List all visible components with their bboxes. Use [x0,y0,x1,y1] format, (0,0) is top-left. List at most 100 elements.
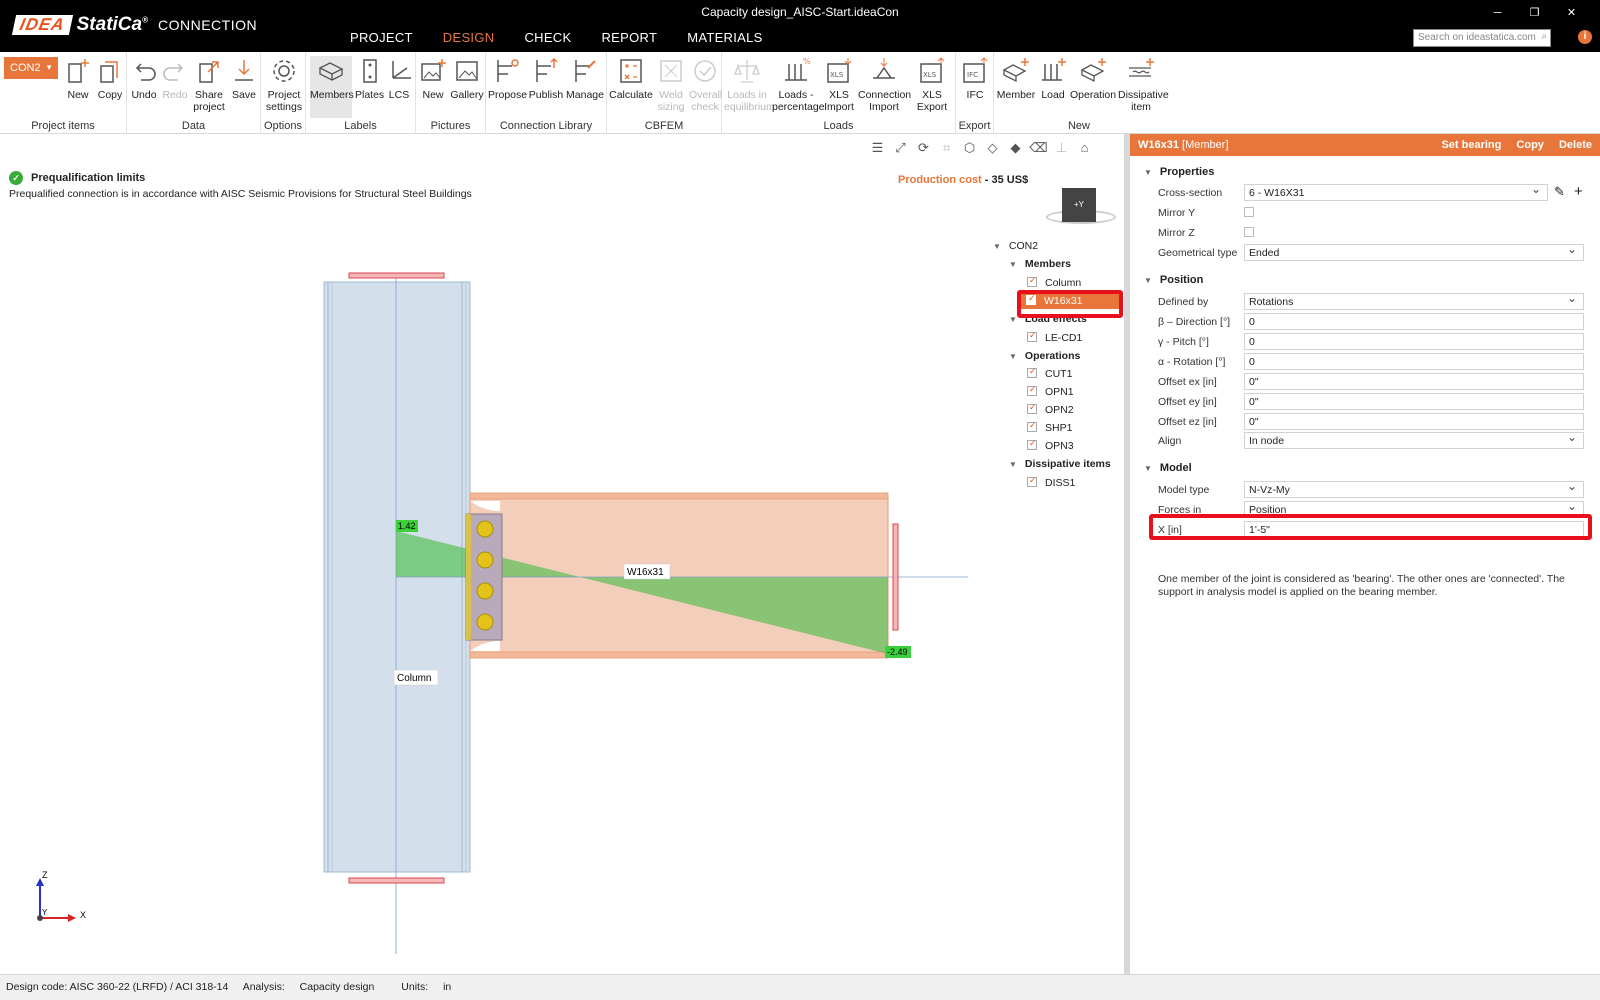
offset-ex-row: Offset ex [in] 0" [1158,373,1588,391]
pitch-input[interactable]: 0 [1244,333,1584,350]
ifc-export-button[interactable]: IFC IFC [959,56,991,101]
new-operation-button[interactable]: Operation [1070,56,1116,101]
set-bearing-button[interactable]: Set bearing [1441,139,1501,151]
offset-ex-input[interactable]: 0" [1244,373,1584,390]
defined-by-select[interactable]: Rotations [1244,291,1584,310]
search-input[interactable]: Search on ideastatica.com ⌕ [1413,29,1551,47]
cross-section-select[interactable]: 6 - W16X31 [1244,182,1548,201]
search-icon[interactable]: ⌕ [1541,31,1547,42]
mirror-y-checkbox[interactable] [1244,207,1254,217]
copy-member-button[interactable]: Copy [1516,139,1544,151]
plates-label-button[interactable]: Plates [355,56,384,101]
tree-item-shp1[interactable]: SHP1 [1027,420,1072,434]
new-picture-button[interactable]: New [418,56,448,101]
delete-member-button[interactable]: Delete [1559,139,1592,151]
section-model[interactable]: ▼ Model [1144,462,1192,474]
cross-section-row: Cross-section 6 - W16X31 ✎ + [1158,182,1588,202]
new-member-button[interactable]: Member [996,56,1036,101]
tree-root[interactable]: ▼ CON2 [993,240,1038,252]
help-icon[interactable]: i [1578,30,1592,44]
section-position[interactable]: ▼ Position [1144,274,1203,286]
tree-item-diss1[interactable]: DISS1 [1027,475,1075,489]
publish-button[interactable]: Publish [528,56,564,101]
connection-import-button[interactable]: Connection Import [858,56,911,113]
checkbox[interactable] [1027,384,1037,396]
new-load-button[interactable]: Load [1038,56,1068,101]
check-circle-icon [694,60,716,82]
tab-check[interactable]: CHECK [509,22,586,55]
tree-item-opn2[interactable]: OPN2 [1027,402,1074,416]
lcs-label-button[interactable]: LCS [385,56,413,101]
checkbox[interactable] [1027,366,1037,378]
checkbox[interactable] [1027,475,1037,487]
copy-item-button[interactable]: Copy [94,56,126,101]
calculate-button[interactable]: Calculate [609,56,653,101]
new-item-button[interactable]: New [62,56,94,101]
tree-item-opn3[interactable]: OPN3 [1027,438,1074,452]
checkbox[interactable] [1027,402,1037,414]
loads-equilibrium-button[interactable]: Loads in equilibrium [724,56,775,113]
tree-members[interactable]: ▼ Members [1009,258,1071,270]
tab-report[interactable]: REPORT [586,22,672,55]
checkbox[interactable] [1027,420,1037,432]
align-select[interactable]: In node [1244,430,1584,449]
xls-import-button[interactable]: XLS XLS Import [822,56,856,113]
rotation-input[interactable]: 0 [1244,353,1584,370]
tree-item-le-cd1[interactable]: LE-CD1 [1027,330,1082,344]
redo-icon [163,63,184,81]
tab-materials[interactable]: MATERIALS [672,22,777,55]
restore-icon[interactable]: ❐ [1516,4,1553,22]
weld-sizing-button[interactable]: Weld sizing [655,56,687,113]
connection-drawing[interactable]: 1.42 -2.49 W16x31 Column [0,134,1124,974]
dissipative-icon [1129,58,1154,77]
model-type-select[interactable]: N-Vz-My [1244,479,1584,498]
lcs-icon [392,61,411,79]
gallery-button[interactable]: Gallery [450,56,484,101]
tab-project[interactable]: PROJECT [335,22,428,55]
title-bar: IDEA StatiCa® CONNECTION Capacity design… [0,0,1600,55]
pitch-row: γ - Pitch [°] 0 [1158,333,1588,351]
tab-design[interactable]: DESIGN [427,22,510,55]
highlight-annotation [1149,514,1592,540]
section-properties[interactable]: ▼ Properties [1144,166,1214,178]
gear-icon [273,60,295,82]
checkbox[interactable] [1027,330,1037,342]
save-button[interactable]: Save [228,56,260,101]
geometrical-type-select[interactable]: Ended [1244,242,1584,261]
undo-button[interactable]: Undo [129,56,159,101]
share-project-button[interactable]: Share project [191,56,227,113]
members-label-button[interactable]: Members [310,56,354,118]
offset-ey-input[interactable]: 0" [1244,393,1584,410]
checkbox[interactable] [1027,438,1037,450]
plate-icon [363,59,377,83]
connection-select[interactable]: CON2 ▼ [4,57,58,79]
tree-item-cut1[interactable]: CUT1 [1027,366,1072,380]
mirror-z-checkbox[interactable] [1244,227,1254,237]
model-type-row: Model type N-Vz-My [1158,479,1588,499]
direction-input[interactable]: 0 [1244,313,1584,330]
xls-export-button[interactable]: XLS XLS Export [914,56,950,113]
propose-icon [497,59,519,82]
minimize-icon[interactable]: ─ [1479,4,1516,22]
loads-percentage-button[interactable]: % Loads - percentage [772,56,825,113]
tree-dissipative-items[interactable]: ▼ Dissipative items [1009,458,1111,470]
offset-ez-input[interactable]: 0" [1244,413,1584,430]
tree-operations[interactable]: ▼ Operations [1009,350,1080,362]
edit-pencil-icon[interactable]: ✎ [1554,184,1565,200]
svg-text:X: X [80,910,86,920]
new-dissipative-button[interactable]: Dissipative item [1118,56,1169,113]
close-icon[interactable]: ✕ [1553,4,1590,22]
propose-button[interactable]: Propose [488,56,527,101]
tree-item-opn1[interactable]: OPN1 [1027,384,1074,398]
defined-by-row: Defined by Rotations [1158,291,1588,311]
bearing-note: One member of the joint is considered as… [1158,573,1565,598]
overall-check-button[interactable]: Overall check [689,56,722,113]
redo-button[interactable]: Redo [160,56,190,101]
model-viewport[interactable]: ☰ ⤢ ⟳ ⌗ ⬡ ◇ ◆ ⌫ ⊥ ⌂ ✓ Prequalification li… [0,134,1124,974]
manage-button[interactable]: Manage [566,56,604,101]
tree-item-column[interactable]: Column [1027,275,1081,289]
add-icon[interactable]: + [1574,183,1583,200]
checkbox[interactable] [1027,275,1037,287]
project-settings-button[interactable]: Project settings [263,56,305,113]
group-connection-library: Propose Publish Manage Connection Librar… [486,52,607,134]
